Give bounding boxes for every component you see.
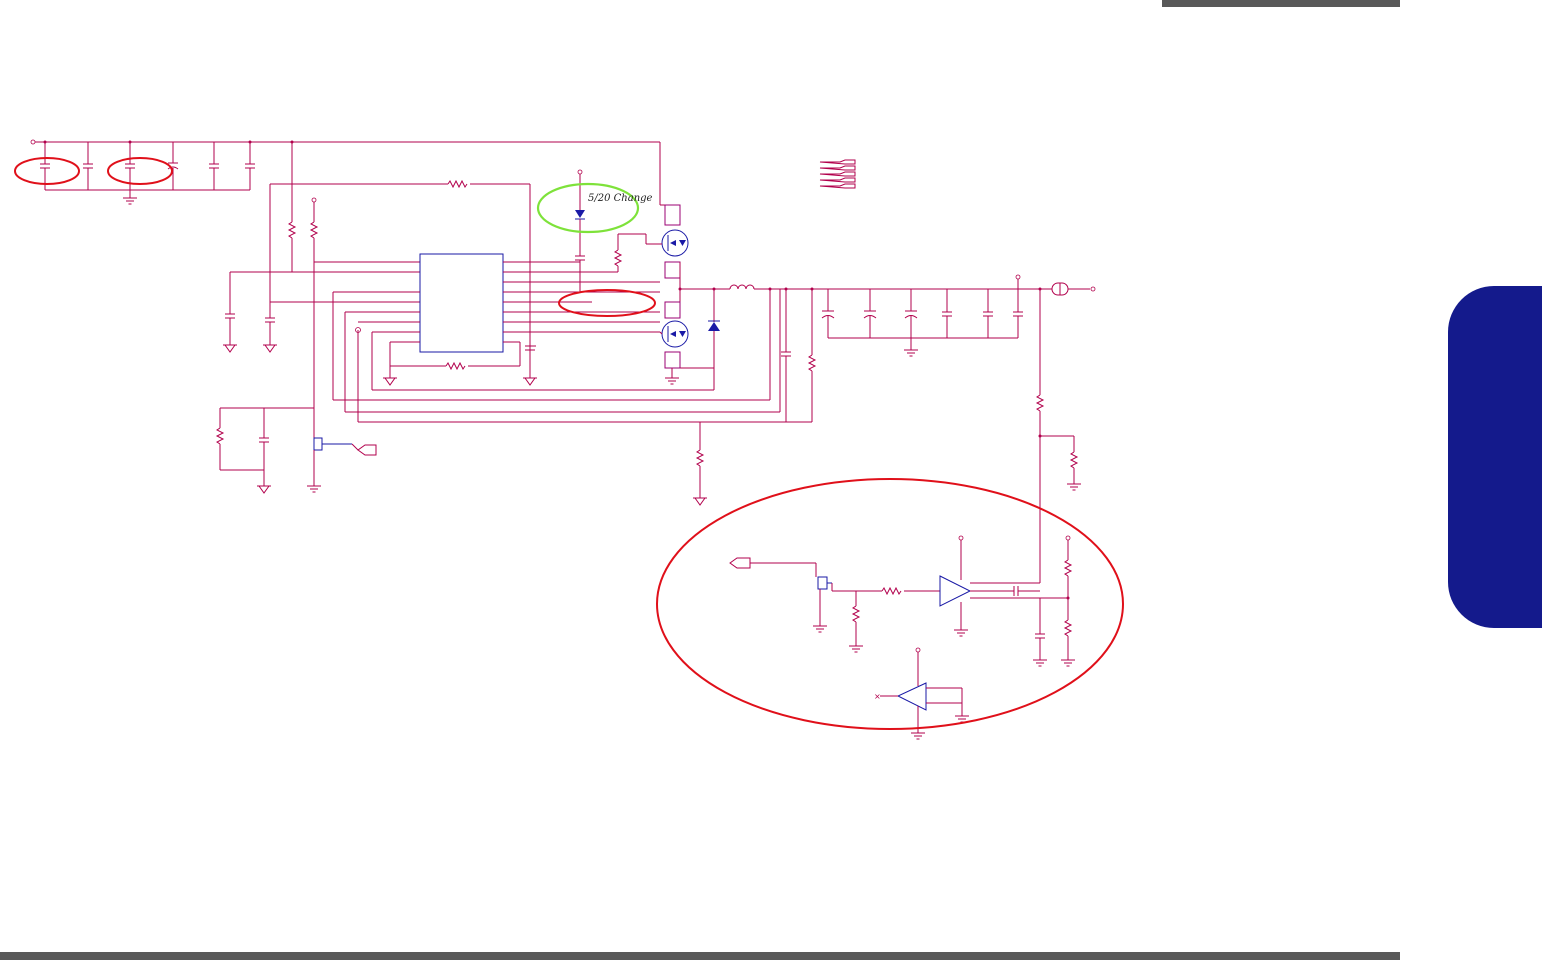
highlight-input-cap-2 [107,157,173,185]
controller-ic [333,253,660,386]
input-rail [30,139,661,205]
output-stage [332,284,1052,506]
high-side-mosfet [646,204,689,292]
op-amp-subcircuit: × [729,535,1075,740]
net-connector [819,159,856,189]
output-capacitor-bank [821,274,1023,357]
low-side-mosfet [659,289,689,385]
schematic-diagram: × 5/20 Change [14,139,1124,740]
highlight-bootstrap-change [536,182,640,234]
highlight-op-amp-section [656,478,1124,730]
review-highlights [14,157,1124,730]
enable-circuit [215,407,377,494]
change-note: 5/20 Change [588,193,653,204]
svg-text:×: × [874,692,881,701]
compensation-network [223,142,531,440]
highlight-input-cap-1 [14,157,80,185]
